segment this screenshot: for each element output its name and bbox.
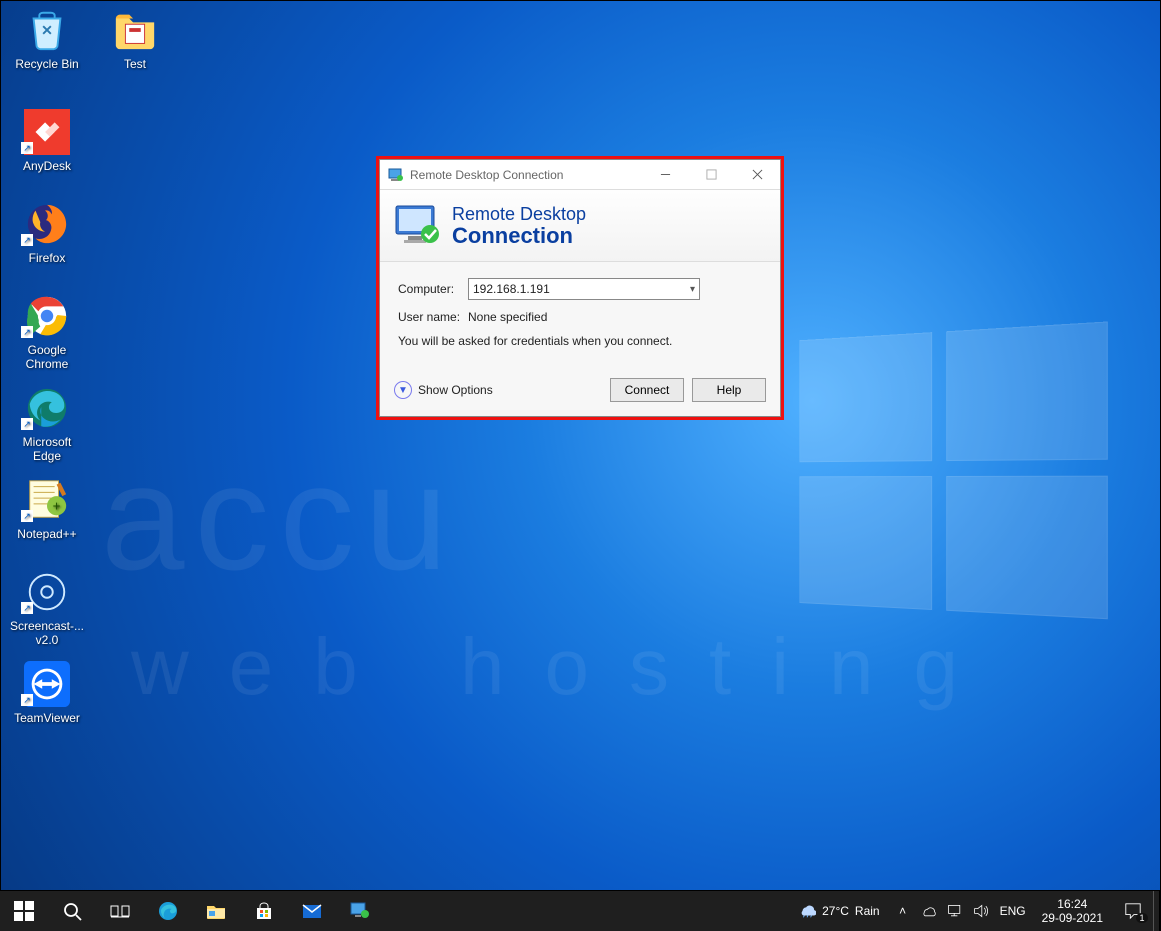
system-tray: 27°C Rain ˄ ENG 16:24 29-09-2021 1 (788, 891, 1159, 931)
desktop-icon-label: Google Chrome (8, 343, 86, 371)
rdp-titlebar[interactable]: Remote Desktop Connection (380, 160, 780, 190)
tray-overflow-button[interactable]: ˄ (890, 891, 916, 931)
desktop-icon-label: Microsoft Edge (8, 435, 86, 463)
shortcut-arrow-icon: ↗ (21, 602, 33, 614)
desktop-icon-label: Test (124, 57, 146, 71)
taskbar-clock[interactable]: 16:24 29-09-2021 (1032, 897, 1113, 925)
computer-combobox[interactable]: 192.168.1.191 ▾ (468, 278, 700, 300)
desktop-icon-chrome[interactable]: ↗ Google Chrome (7, 293, 87, 377)
desktop-icon-label: Screencast-... v2.0 (8, 619, 86, 647)
rdp-banner-line2: Connection (452, 225, 586, 247)
desktop-icon-label: Notepad++ (17, 527, 76, 541)
shortcut-arrow-icon: ↗ (21, 694, 33, 706)
taskbar-edge[interactable] (144, 891, 192, 931)
folder-icon (112, 7, 158, 53)
rdp-footer: ▼ Show Options Connect Help (380, 370, 780, 416)
show-desktop-button[interactable] (1153, 891, 1159, 931)
username-label: User name: (398, 310, 468, 324)
desktop-icon-teamviewer[interactable]: ↗ TeamViewer (7, 661, 87, 745)
taskbar-rdp[interactable] (336, 891, 384, 931)
show-options-toggle[interactable]: ▼ Show Options (394, 381, 493, 399)
rdp-title: Remote Desktop Connection (410, 168, 642, 182)
desktop-icon-label: AnyDesk (23, 159, 71, 173)
action-center-button[interactable]: 1 (1113, 891, 1153, 931)
taskbar[interactable]: 27°C Rain ˄ ENG 16:24 29-09-2021 1 (0, 891, 1159, 931)
search-button[interactable] (48, 891, 96, 931)
svg-text:+: + (53, 499, 61, 514)
weather-temp: 27°C (822, 904, 849, 918)
task-view-button[interactable] (96, 891, 144, 931)
chevron-down-circle-icon: ▼ (394, 381, 412, 399)
recycle-bin-icon (24, 7, 70, 53)
onedrive-tray-icon[interactable] (916, 891, 942, 931)
desktop-icon-edge[interactable]: ↗ Microsoft Edge (7, 385, 87, 469)
shortcut-arrow-icon: ↗ (21, 326, 33, 338)
rdp-banner: Remote Desktop Connection (380, 190, 780, 262)
taskbar-time: 16:24 (1042, 897, 1103, 911)
desktop-icon-test-folder[interactable]: Test (95, 7, 175, 91)
taskbar-mail[interactable] (288, 891, 336, 931)
maximize-button[interactable] (688, 160, 734, 190)
desktop[interactable]: accu web hosting Recycle Bin ↗ AnyDesk ↗… (1, 1, 1160, 890)
connect-button[interactable]: Connect (610, 378, 684, 402)
username-value: None specified (468, 310, 547, 324)
desktop-icon-recycle-bin[interactable]: Recycle Bin (7, 7, 87, 91)
computer-label: Computer: (398, 282, 468, 296)
start-button[interactable] (0, 891, 48, 931)
weather-rain-icon (798, 902, 816, 920)
watermark-bottom: web hosting (131, 621, 998, 713)
desktop-icons-col1: Recycle Bin ↗ AnyDesk ↗ Firefox ↗ Google… (7, 7, 87, 753)
shortcut-arrow-icon: ↗ (21, 234, 33, 246)
desktop-icon-label: Recycle Bin (15, 57, 78, 71)
volume-tray-icon[interactable] (968, 891, 994, 931)
weather-widget[interactable]: 27°C Rain (788, 902, 890, 920)
desktop-icon-notepadpp[interactable]: + ↗ Notepad++ (7, 477, 87, 561)
rdp-banner-line1: Remote Desktop (452, 204, 586, 225)
minimize-button[interactable] (642, 160, 688, 190)
taskbar-file-explorer[interactable] (192, 891, 240, 931)
windows-logo-wallpaper (799, 320, 1124, 641)
desktop-icon-screencast[interactable]: ↗ Screencast-... v2.0 (7, 569, 87, 653)
notification-badge: 1 (1136, 913, 1147, 923)
rdp-window-highlight: Remote Desktop Connection Remote Desktop… (376, 156, 784, 420)
computer-value: 192.168.1.191 (473, 282, 550, 296)
rdp-window[interactable]: Remote Desktop Connection Remote Desktop… (379, 159, 781, 417)
desktop-icon-label: TeamViewer (14, 711, 80, 725)
show-options-label: Show Options (418, 383, 493, 397)
weather-desc: Rain (855, 904, 880, 918)
shortcut-arrow-icon: ↗ (21, 142, 33, 154)
shortcut-arrow-icon: ↗ (21, 418, 33, 430)
desktop-icon-label: Firefox (29, 251, 66, 265)
rdp-monitor-icon (394, 202, 442, 250)
rdp-app-icon (388, 167, 404, 183)
language-indicator[interactable]: ENG (994, 904, 1032, 918)
chevron-down-icon: ▾ (690, 284, 695, 295)
close-button[interactable] (734, 160, 780, 190)
taskbar-date: 29-09-2021 (1042, 911, 1103, 925)
desktop-icon-firefox[interactable]: ↗ Firefox (7, 201, 87, 285)
desktop-icons-col2: Test (95, 7, 175, 99)
help-button[interactable]: Help (692, 378, 766, 402)
desktop-icon-anydesk[interactable]: ↗ AnyDesk (7, 109, 87, 193)
shortcut-arrow-icon: ↗ (21, 510, 33, 522)
network-tray-icon[interactable] (942, 891, 968, 931)
taskbar-store[interactable] (240, 891, 288, 931)
rdp-body: Computer: 192.168.1.191 ▾ User name: Non… (380, 262, 780, 370)
watermark-top: accu (101, 431, 458, 604)
credentials-info: You will be asked for credentials when y… (398, 334, 762, 348)
